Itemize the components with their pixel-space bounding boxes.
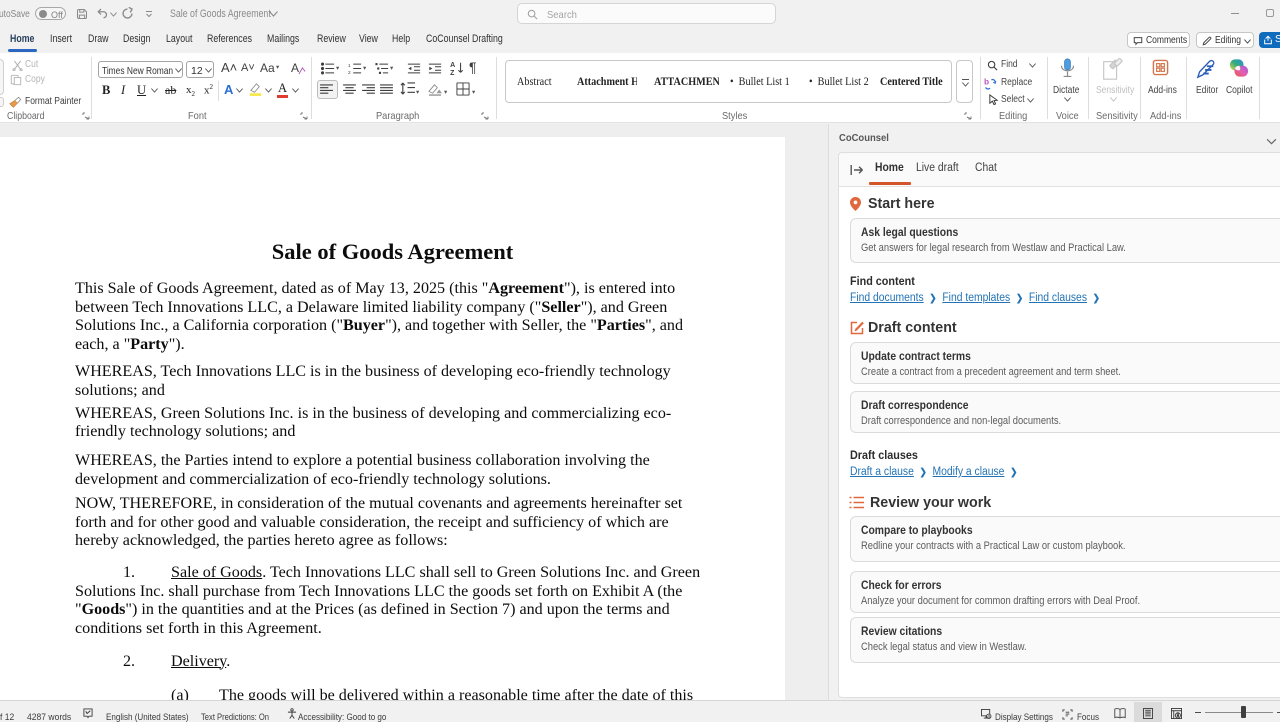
svg-text:b: b: [984, 77, 989, 86]
svg-text:a: a: [987, 714, 990, 719]
svg-text:A: A: [450, 62, 455, 69]
svg-text:2: 2: [348, 70, 351, 75]
svg-text:Z: Z: [450, 70, 455, 75]
svg-text:1: 1: [348, 63, 351, 69]
